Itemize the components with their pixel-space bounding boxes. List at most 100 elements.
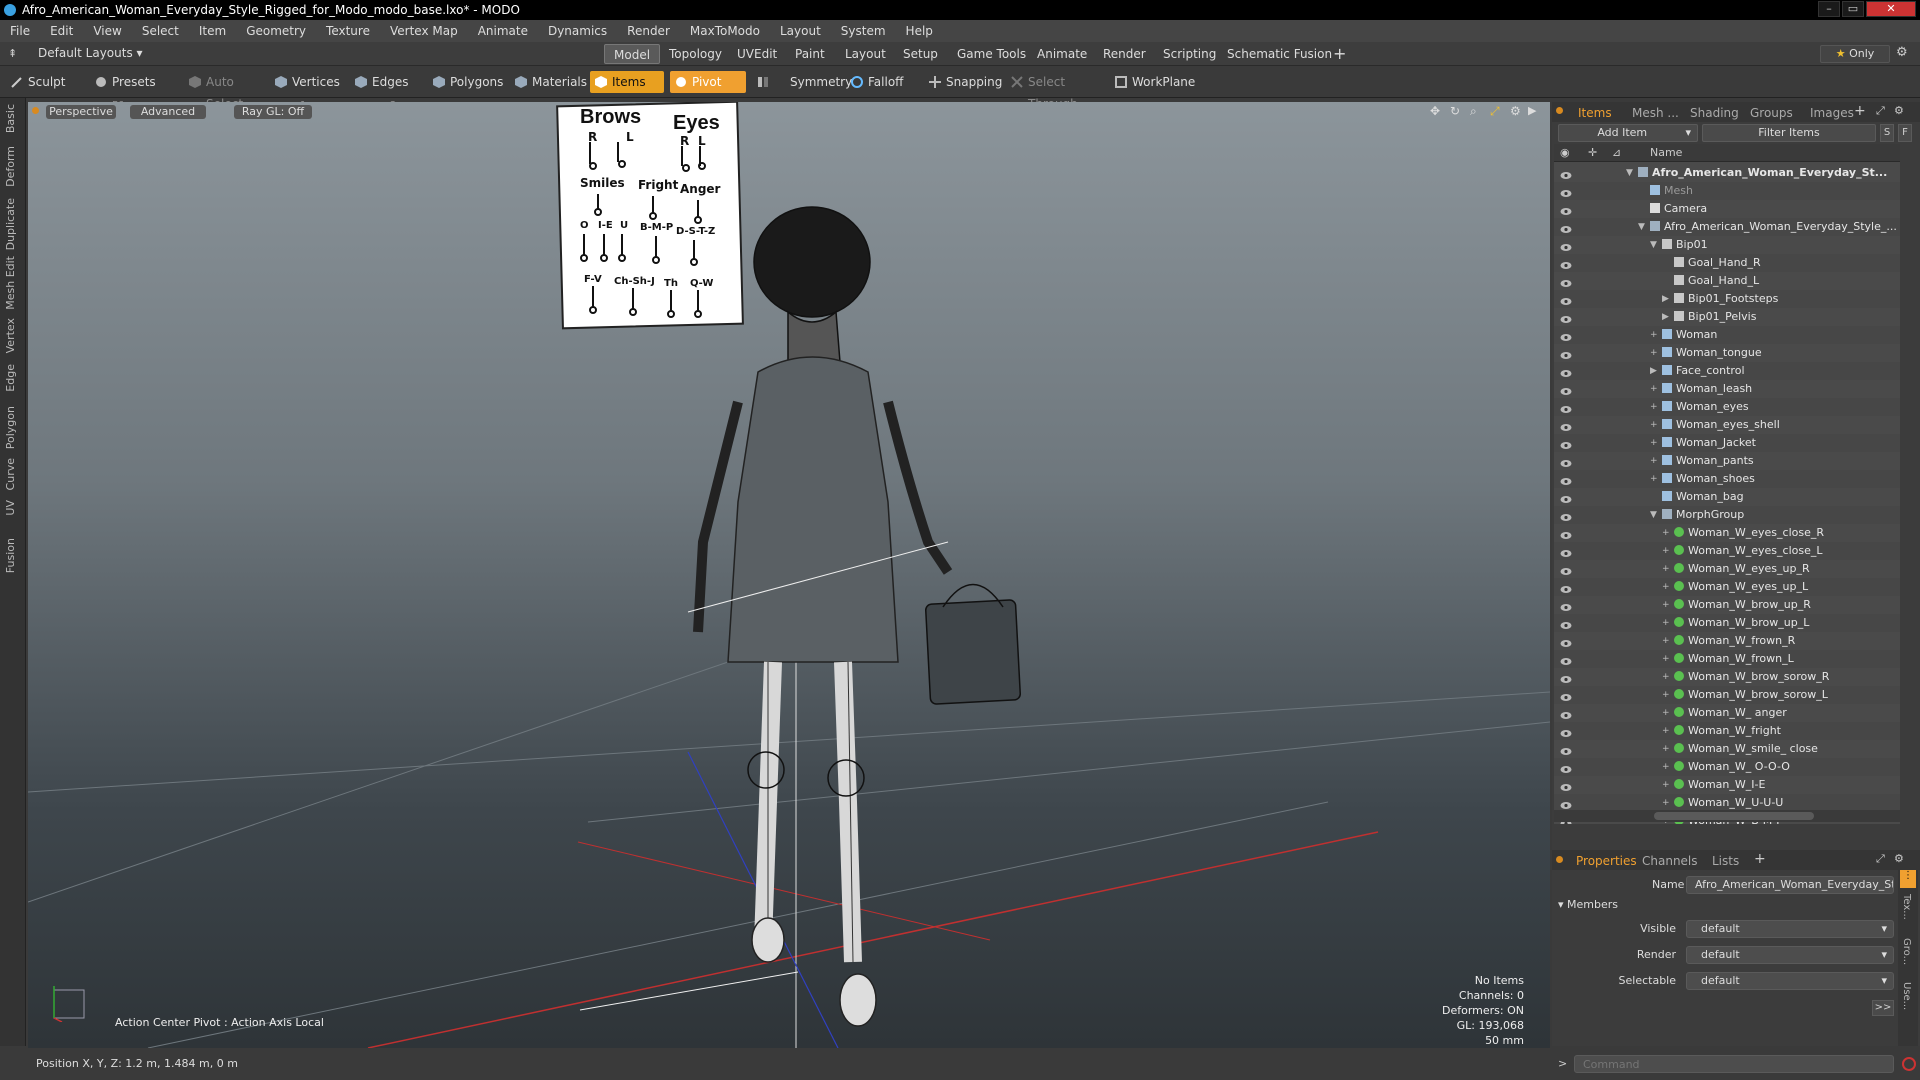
tool-tab-edge[interactable]: Edge [4,364,20,392]
members-section[interactable]: ▾ Members [1558,898,1618,911]
visible-dropdown[interactable]: default ▾ [1686,920,1894,938]
expand-toggle[interactable]: + [1662,614,1670,632]
items-button[interactable]: Items [590,71,664,93]
tree-item[interactable]: + Woman_Jacket [1554,434,1900,452]
expand-toggle[interactable]: ▼ [1650,506,1657,524]
tree-item[interactable]: + Woman_W_brow_up_R [1554,596,1900,614]
eye-icon[interactable] [1560,420,1572,431]
materials-button[interactable]: Materials [510,71,588,93]
add-item-dropdown[interactable]: Add Item ▾ [1558,124,1698,142]
layout-tab-game-tools[interactable]: Game Tools [948,44,1035,64]
eye-icon[interactable] [1560,672,1572,683]
layout-tab-setup[interactable]: Setup [894,44,947,64]
panel-tab-2[interactable]: Shading [1690,104,1739,122]
add-layout-icon[interactable]: + [1333,44,1346,63]
add-tab-icon[interactable]: + [1854,103,1866,119]
presets-button[interactable]: Presets F6 [90,71,170,111]
command-expand-icon[interactable]: > [1558,1057,1567,1070]
add-props-tab-icon[interactable]: + [1754,851,1766,867]
tree-item[interactable]: + Woman_W_I-E [1554,776,1900,794]
props-settings-icon[interactable]: ⚙ [1894,852,1904,865]
eye-icon[interactable] [1560,492,1572,503]
menu-layout[interactable]: Layout [780,24,821,38]
gear-icon[interactable]: ⚙ [1896,45,1908,60]
panel-expand-icon[interactable]: ⤢ [1876,104,1885,118]
visibility-column-icon[interactable]: ◉ [1560,146,1570,159]
maximize-icon[interactable]: ▭ [1842,1,1864,17]
eye-icon[interactable] [1560,780,1572,791]
expand-toggle[interactable]: + [1650,452,1658,470]
auto-select-button[interactable]: Auto Select [184,71,266,111]
command-input[interactable] [1574,1055,1894,1073]
layout-tab-model[interactable]: Model [604,44,661,64]
tree-item[interactable]: + Woman_W_smile_ close [1554,740,1900,758]
tool-tab-fusion[interactable]: Fusion [4,538,20,573]
expand-toggle[interactable]: ▼ [1626,164,1633,182]
props-expand-icon[interactable]: ⤢ [1876,852,1885,866]
command-stop-icon[interactable] [1902,1057,1916,1071]
eye-icon[interactable] [1560,708,1572,719]
sculpt-button[interactable]: Sculpt [6,71,88,93]
expand-toggle[interactable]: + [1650,326,1658,344]
layout-tab-schematic-fusion[interactable]: Schematic Fusion [1218,44,1341,64]
scrollbar-thumb[interactable] [1654,812,1814,820]
expand-toggle[interactable]: + [1650,398,1658,416]
menu-animate[interactable]: Animate [478,24,528,38]
snapping-button[interactable]: Snapping [924,71,1004,93]
tool-tab-polygon[interactable]: Polygon [4,406,20,449]
eye-icon[interactable] [1560,636,1572,647]
eye-icon[interactable] [1560,528,1572,539]
eye-icon[interactable] [1560,312,1572,323]
eye-icon[interactable] [1560,186,1572,197]
expand-toggle[interactable]: + [1662,632,1670,650]
eye-icon[interactable] [1560,438,1572,449]
panel-settings-icon[interactable]: ⚙ [1894,104,1904,117]
selectable-dropdown[interactable]: default ▾ [1686,972,1894,990]
eye-icon[interactable] [1560,276,1572,287]
eye-icon[interactable] [1560,222,1572,233]
name-field[interactable]: Afro_American_Woman_Everyday_Style [1686,876,1894,894]
eye-icon[interactable] [1560,546,1572,557]
pin-column-icon[interactable]: ⊿ [1612,146,1621,159]
tree-item[interactable]: + Woman_shoes [1554,470,1900,488]
eye-icon[interactable] [1560,798,1572,809]
only-button[interactable]: ★ Only [1820,45,1890,63]
menu-maxtomodo[interactable]: MaxToModo [690,24,760,38]
props-tab-lists[interactable]: Lists [1712,852,1739,870]
eye-icon[interactable] [1560,384,1572,395]
expand-toggle[interactable]: + [1662,524,1670,542]
filter-items-input[interactable]: Filter Items [1702,124,1876,142]
expand-toggle[interactable]: ▶ [1662,290,1669,308]
expand-toggle[interactable]: + [1650,380,1658,398]
tree-item[interactable]: Goal_Hand_R [1554,254,1900,272]
tree-item[interactable]: + Woman_W_eyes_close_L [1554,542,1900,560]
menu-edit[interactable]: Edit [50,24,73,38]
item-list[interactable]: ◉ ✛ ⊿ Name ▼ Afro_American_Woman_Everyday… [1554,144,1900,824]
expand-toggle[interactable]: + [1662,686,1670,704]
more-props-button[interactable]: >> [1872,1000,1894,1016]
tree-item[interactable]: ▼ Afro_American_Woman_Everyday_St... [1554,164,1900,182]
side-strip-tab-2[interactable]: Use... [1901,982,1912,1010]
expand-toggle[interactable]: ▼ [1650,236,1657,254]
expand-toggle[interactable]: + [1662,758,1670,776]
expand-toggle[interactable]: + [1662,650,1670,668]
layout-selector[interactable]: Default Layouts ▾ [38,46,143,60]
tool-tab-uv[interactable]: UV [4,500,20,516]
menu-item[interactable]: Item [199,24,226,38]
panel-tab-0[interactable]: Items [1578,104,1612,122]
expand-toggle[interactable]: + [1662,542,1670,560]
expand-toggle[interactable]: + [1650,470,1658,488]
lock-column-icon[interactable]: ✛ [1588,146,1597,159]
tree-item[interactable]: + Woman_W_fright [1554,722,1900,740]
tree-item[interactable]: Woman_bag [1554,488,1900,506]
props-tab-properties[interactable]: Properties [1576,852,1637,870]
tree-item[interactable]: ▼ Bip01 [1554,236,1900,254]
pivot-button[interactable]: Pivot [670,71,746,93]
eye-icon[interactable] [1560,510,1572,521]
filter-s-button[interactable]: S [1880,124,1894,142]
tool-tab-duplicate[interactable]: Duplicate [4,198,20,250]
select-through-button[interactable]: Select Through [1006,71,1108,111]
tree-item[interactable]: + Woman_eyes [1554,398,1900,416]
tree-item[interactable]: + Woman_tongue [1554,344,1900,362]
layout-tab-topology[interactable]: Topology [660,44,731,64]
